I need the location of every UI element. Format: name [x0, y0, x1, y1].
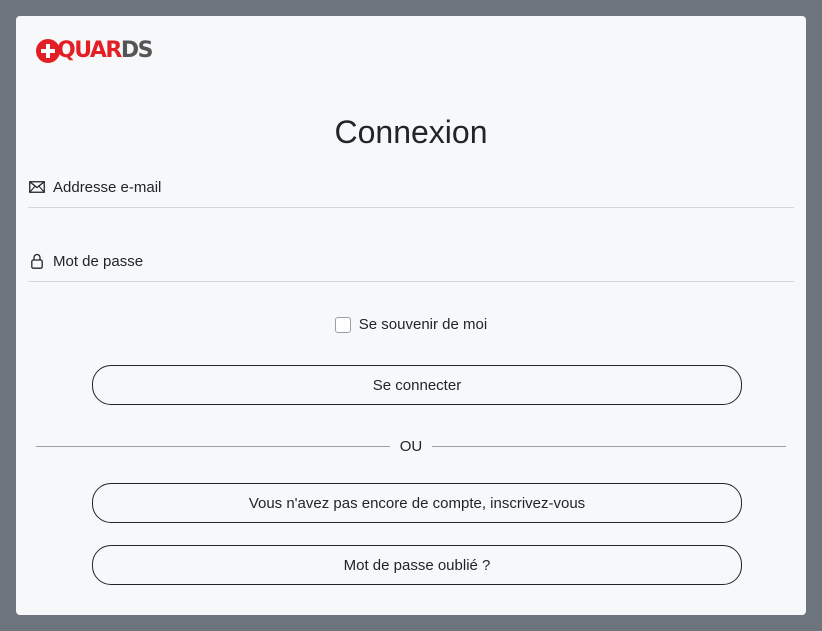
medical-cross-icon: [36, 39, 60, 63]
email-field: [28, 167, 794, 208]
signup-button[interactable]: Vous n'avez pas encore de compte, inscri…: [92, 483, 742, 523]
divider-line-left: [36, 446, 390, 447]
forgot-password-button[interactable]: Mot de passe oublié ?: [92, 545, 742, 585]
divider-line-right: [432, 446, 786, 447]
remember-me-label[interactable]: Se souvenir de moi: [359, 316, 487, 333]
remember-me: Se souvenir de moi: [16, 316, 806, 333]
quards-logo: QUARDS: [36, 36, 153, 66]
password-field: [28, 241, 794, 282]
divider-text: OU: [399, 438, 423, 455]
envelope-icon: [28, 178, 46, 196]
login-card: QUARDS Connexion Se souvenir de moi Se c…: [16, 16, 806, 615]
page-title: Connexion: [334, 114, 488, 150]
password-input[interactable]: [53, 252, 753, 270]
logo-text: QUARDS: [57, 38, 153, 63]
email-input[interactable]: [53, 178, 753, 196]
or-divider: OU: [36, 438, 786, 455]
lock-icon: [28, 252, 46, 270]
remember-me-checkbox[interactable]: [334, 316, 351, 333]
login-button[interactable]: Se connecter: [92, 365, 742, 405]
